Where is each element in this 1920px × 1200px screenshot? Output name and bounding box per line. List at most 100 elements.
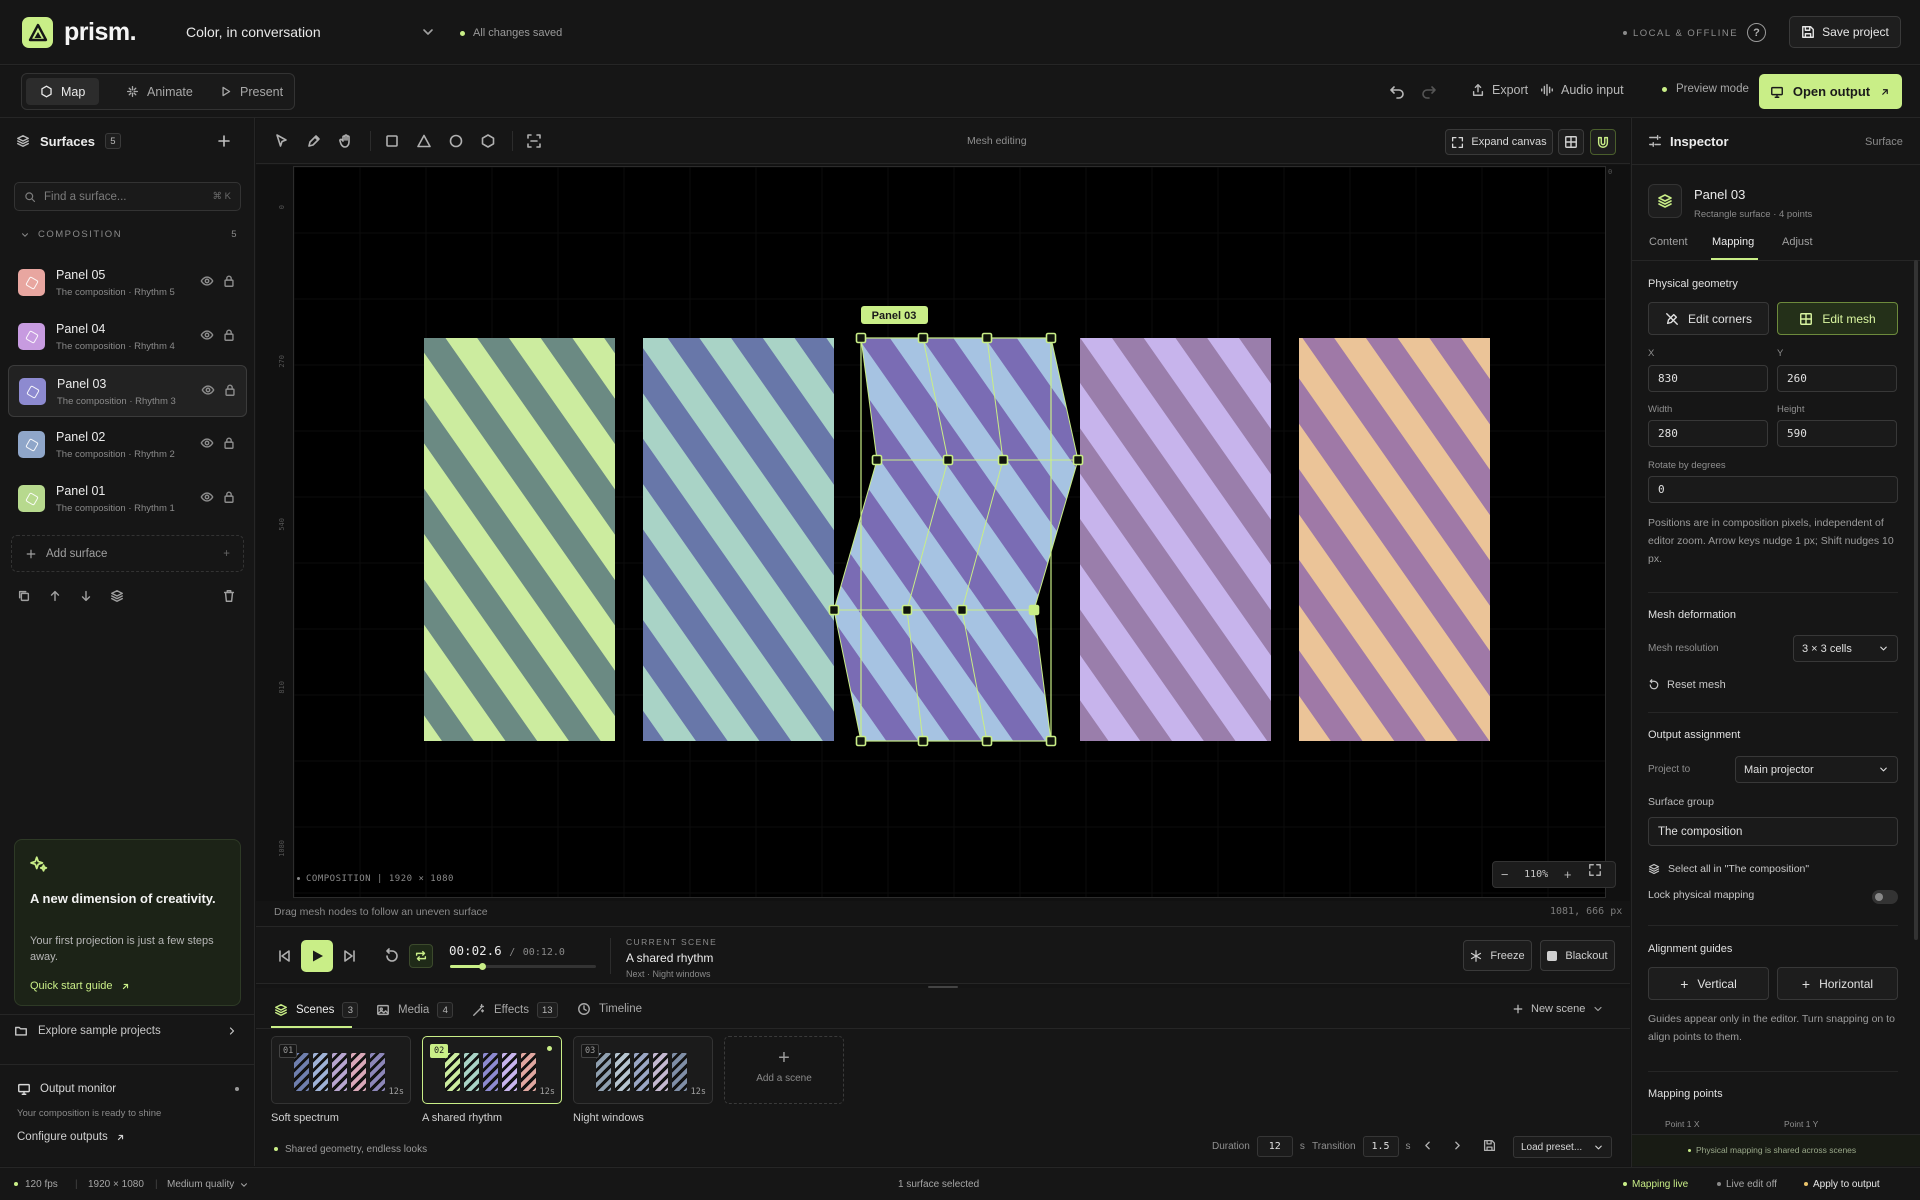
delete-button[interactable] [222,589,236,606]
snap-toggle[interactable] [1590,129,1616,155]
fullscreen-button[interactable] [1588,863,1602,880]
edit-corners-button[interactable]: Edit corners [1648,302,1769,335]
duplicate-button[interactable] [17,589,31,606]
expand-canvas-button[interactable]: Expand canvas [1445,129,1553,155]
polygon-tool[interactable] [480,133,496,152]
scene-card[interactable]: 02 12s [422,1036,562,1104]
inspector-scrollbar[interactable] [1914,260,1918,940]
tab-timeline[interactable]: Timeline [577,1002,642,1016]
project-to-select[interactable]: Main projector [1735,756,1898,783]
lock-icon[interactable] [223,383,237,397]
configure-outputs-link[interactable]: Configure outputs [17,1131,126,1143]
transition-input[interactable]: 1.5 [1362,1136,1399,1157]
skip-forward-button[interactable] [342,948,358,967]
undo-button[interactable] [1389,83,1405,99]
lock-icon[interactable] [222,328,236,342]
y-input[interactable]: 260 [1777,365,1897,392]
width-input[interactable]: 280 [1648,420,1768,447]
select-all-in-group-button[interactable]: Select all in "The composition" [1648,863,1809,875]
group-button[interactable] [110,589,124,606]
pen-tool[interactable] [306,133,322,152]
help-button[interactable]: ? [1747,23,1766,42]
duration-input[interactable]: 12 [1256,1136,1293,1157]
scan-tool[interactable] [526,133,542,152]
live-edit-indicator[interactable]: Live edit off [1717,1179,1777,1190]
tab-scenes[interactable]: Scenes 3 [274,1002,359,1018]
surface-search-input[interactable]: Find a surface... ⌘ K [14,182,241,211]
composition-canvas[interactable]: Panel 03 [293,166,1606,898]
skip-back-button[interactable] [276,948,292,967]
rotate-input[interactable]: 0 [1648,476,1898,503]
surface-row[interactable]: Panel 02 The composition · Rhythm 2 [8,419,247,471]
zoom-in-button[interactable]: + [1564,867,1572,882]
eye-icon[interactable] [201,383,215,397]
surface-row[interactable]: Panel 03 The composition · Rhythm 3 [8,365,247,417]
export-button[interactable]: Export [1471,83,1528,97]
surface-row[interactable]: Panel 04 The composition · Rhythm 4 [8,311,247,363]
rectangle-tool[interactable] [384,133,400,152]
prev-scene-button[interactable] [1421,1139,1434,1155]
load-preset-select[interactable]: Load preset... [1513,1136,1612,1158]
surface-row[interactable]: Panel 01 The composition · Rhythm 1 [8,473,247,525]
tab-adjust[interactable]: Adjust [1782,236,1813,248]
hand-tool[interactable] [338,133,354,152]
move-down-button[interactable] [79,589,93,606]
surface-group-input[interactable]: The composition [1648,817,1898,846]
scrub-bar[interactable] [450,963,596,970]
redo-button[interactable] [1421,83,1437,99]
restart-button[interactable] [384,948,400,967]
edit-mesh-button[interactable]: Edit mesh [1777,302,1898,335]
surface-row[interactable]: Panel 05 The composition · Rhythm 5 [8,257,247,309]
apply-to-output-button[interactable]: Apply to output [1804,1179,1880,1190]
save-preset-button[interactable] [1483,1139,1496,1155]
play-button[interactable] [301,940,333,972]
preview-mode-toggle[interactable]: Preview mode [1662,83,1749,95]
eye-icon[interactable] [200,274,214,288]
tab-effects[interactable]: Effects 13 [472,1002,558,1018]
eye-icon[interactable] [200,490,214,504]
lock-mapping-toggle[interactable] [1872,890,1898,904]
mode-present[interactable]: Present [205,78,297,105]
triangle-tool[interactable] [416,133,432,152]
composition-group-header[interactable]: COMPOSITION 5 [20,229,238,240]
horizontal-guide-button[interactable]: + Horizontal [1777,967,1898,1000]
x-input[interactable]: 830 [1648,365,1768,392]
height-input[interactable]: 590 [1777,420,1897,447]
add-surface-button[interactable]: Add surface + [11,535,244,572]
tab-media[interactable]: Media 4 [376,1002,454,1018]
mode-animate[interactable]: Animate [112,78,207,105]
project-selector[interactable]: Color, in conversation [186,24,436,40]
loop-toggle[interactable] [409,944,433,968]
tab-mapping[interactable]: Mapping [1712,236,1754,248]
reset-mesh-button[interactable]: Reset mesh [1648,679,1726,691]
lock-icon[interactable] [222,490,236,504]
circle-tool[interactable] [448,133,464,152]
eye-icon[interactable] [200,436,214,450]
add-surface-plus-button[interactable] [216,133,232,152]
scene-card[interactable]: 03 12s [573,1036,713,1104]
select-tool[interactable] [274,133,290,152]
vertical-guide-button[interactable]: + Vertical [1648,967,1769,1000]
explore-samples-link[interactable]: Explore sample projects [14,1024,238,1038]
grid-toggle[interactable] [1558,129,1584,155]
freeze-button[interactable]: Freeze [1463,940,1532,971]
quality-select[interactable]: Medium quality [167,1179,249,1190]
app-logo[interactable] [22,17,53,48]
quick-start-link[interactable]: Quick start guide [30,980,131,992]
collapse-dock-button[interactable] [1592,1003,1604,1018]
tab-content[interactable]: Content [1649,236,1688,248]
next-scene-button[interactable] [1451,1139,1464,1155]
mode-map[interactable]: Map [26,78,100,105]
scene-card[interactable]: 01 12s [271,1036,411,1104]
save-project-button[interactable]: Save project [1789,16,1901,48]
lock-icon[interactable] [222,436,236,450]
audio-input-button[interactable]: Audio input [1540,83,1624,97]
lock-icon[interactable] [222,274,236,288]
mesh-resolution-select[interactable]: 3 × 3 cells [1793,635,1898,662]
blackout-button[interactable]: Blackout [1540,940,1615,971]
move-up-button[interactable] [48,589,62,606]
add-scene-button[interactable]: + Add a scene [724,1036,844,1104]
eye-icon[interactable] [200,328,214,342]
new-scene-button[interactable]: New scene [1512,1003,1585,1015]
open-output-button[interactable]: Open output [1759,74,1902,109]
